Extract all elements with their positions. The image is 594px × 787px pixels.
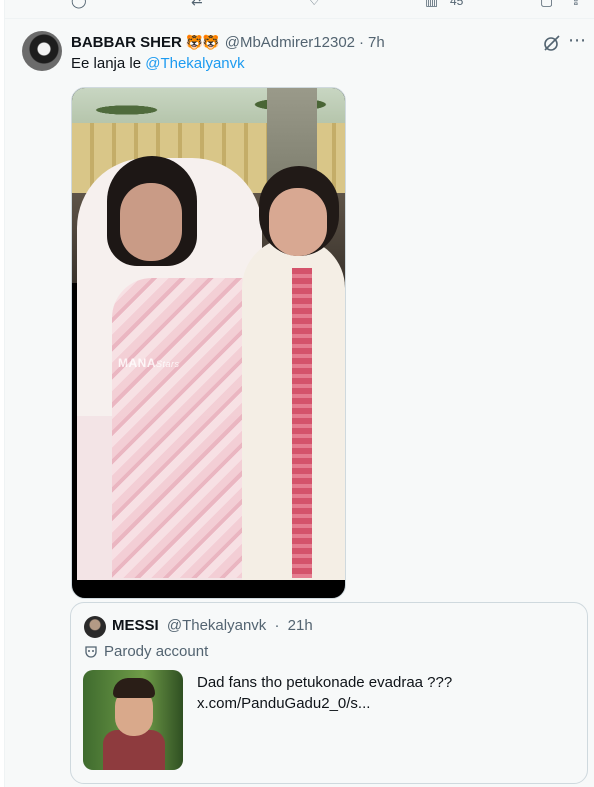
tweet-text: Ee lanja le @Thekalyanvk xyxy=(71,54,245,74)
quoted-display-name[interactable]: MESSI xyxy=(112,617,159,634)
quoted-avatar[interactable] xyxy=(84,616,106,638)
tweet-text-body: Ee lanja le xyxy=(71,55,146,72)
name-emojis: 🐯🐯 xyxy=(185,33,220,50)
quoted-text-link[interactable]: x.com/PanduGadu2_0/s... xyxy=(197,693,452,714)
divider xyxy=(5,18,594,19)
user-handle[interactable]: @MbAdmirer12302 xyxy=(225,34,355,51)
avatar[interactable] xyxy=(22,31,62,71)
quoted-handle[interactable]: @Thekalyanvk xyxy=(167,617,266,634)
retweet-icon[interactable]: ⇄ xyxy=(191,0,203,9)
timeline-column: ◯ ⇄ ♡ ▥ 45 ▢ ⇪ BABBAR SHER 🐯🐯 @MbAdmirer… xyxy=(4,0,594,787)
watermark-script: Stars xyxy=(156,359,180,369)
mention-link[interactable]: @Thekalyanvk xyxy=(145,55,244,72)
grok-icon[interactable] xyxy=(542,33,562,53)
bookmark-icon[interactable]: ▢ xyxy=(540,0,553,9)
video-watermark: MANAStars xyxy=(118,356,180,370)
like-icon[interactable]: ♡ xyxy=(308,0,321,9)
reply-icon[interactable]: ◯ xyxy=(71,0,87,9)
views-icon[interactable]: ▥ xyxy=(425,0,438,9)
quoted-text-line1: Dad fans tho petukonade evadraa ??? xyxy=(197,674,453,691)
previous-tweet-actions: ◯ ⇄ ♡ ▥ 45 ▢ ⇪ xyxy=(5,0,594,18)
quoted-tweet[interactable]: MESSI @Thekalyanvk · 21h Parody account … xyxy=(70,602,588,784)
quoted-header: MESSI @Thekalyanvk · 21h xyxy=(112,617,313,634)
parody-label: Parody account xyxy=(84,643,208,660)
views-count: 45 xyxy=(450,0,464,8)
tweet-video[interactable]: MANAStars xyxy=(71,87,346,599)
quoted-thumbnail[interactable] xyxy=(83,670,183,770)
mask-icon xyxy=(85,645,97,658)
timestamp[interactable]: 7h xyxy=(368,34,385,51)
video-frame: MANAStars xyxy=(72,88,345,580)
tweet-header: BABBAR SHER 🐯🐯 @MbAdmirer12302 · 7h xyxy=(71,32,385,52)
more-options-icon[interactable]: ⋯ xyxy=(568,30,586,51)
parody-label-text: Parody account xyxy=(104,643,209,660)
quoted-timestamp[interactable]: 21h xyxy=(288,617,313,634)
quoted-separator: · xyxy=(274,617,280,634)
display-name[interactable]: BABBAR SHER xyxy=(71,34,182,51)
share-icon[interactable]: ⇪ xyxy=(570,0,582,9)
quoted-text: Dad fans tho petukonade evadraa ??? x.co… xyxy=(197,672,452,714)
watermark-main: MANA xyxy=(118,356,156,370)
separator: · xyxy=(359,33,365,51)
